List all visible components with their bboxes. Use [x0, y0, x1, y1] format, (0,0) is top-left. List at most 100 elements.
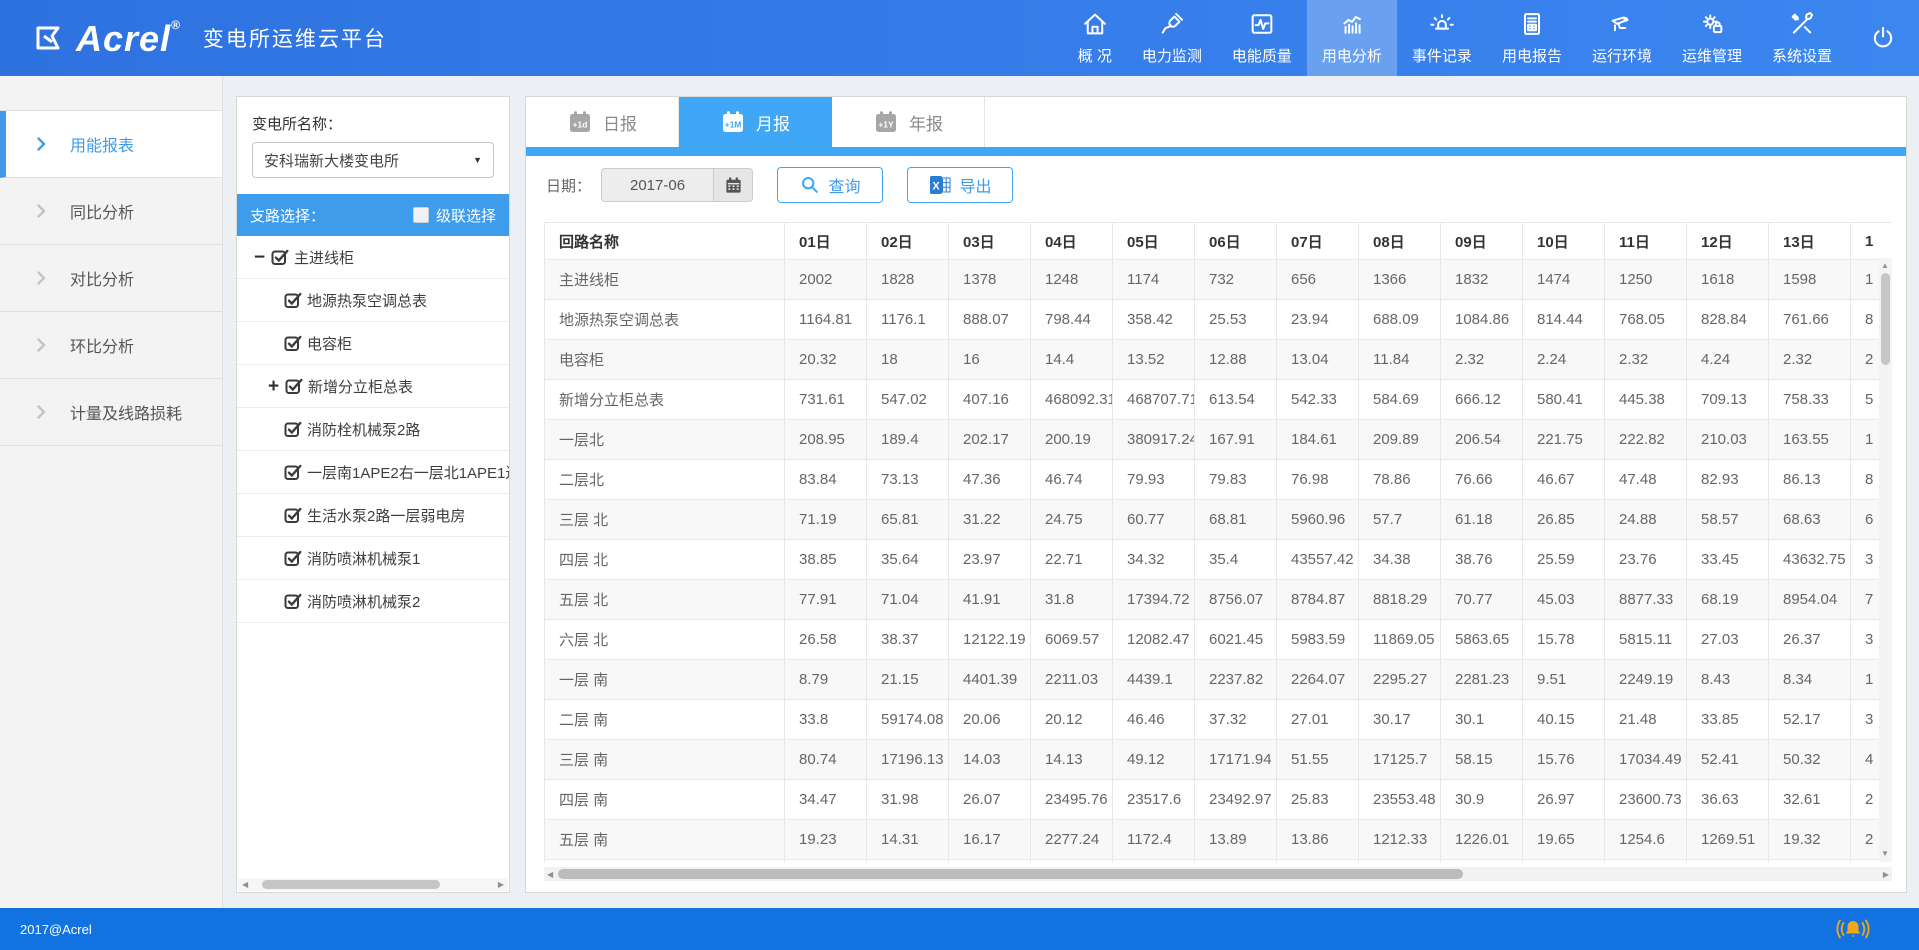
checked-checkbox-icon[interactable] — [284, 463, 302, 481]
h-scrollbar-thumb[interactable] — [558, 869, 1463, 879]
tree-item[interactable]: 消防喷淋机械泵1 — [237, 537, 509, 580]
tree-item-label: 消防喷淋机械泵2 — [307, 591, 420, 612]
svg-text:+1Y: +1Y — [878, 120, 894, 130]
checked-checkbox-icon[interactable] — [284, 549, 302, 567]
value-cell: 51.55 — [1277, 740, 1359, 780]
nav-item-energy-report[interactable]: 用电报告 — [1487, 0, 1577, 76]
table-row: 五层 北77.9171.0441.9131.817394.728756.0787… — [545, 580, 1893, 620]
value-cell: 202.17 — [949, 420, 1031, 460]
search-icon — [800, 175, 820, 195]
value-cell: 28669.85 — [1113, 860, 1195, 863]
tab-daily[interactable]: +1d日报 — [526, 97, 679, 147]
scroll-right-icon[interactable]: ▶ — [498, 879, 504, 891]
sidebar-item-metering-line-loss[interactable]: 计量及线路损耗 — [0, 379, 222, 446]
tree-item-label: 电容柜 — [307, 333, 352, 354]
value-cell: 30.17 — [1359, 700, 1441, 740]
tree-item-label: 一层南1APE2右一层北1APE1进 — [307, 462, 509, 483]
value-cell: 888.07 — [949, 300, 1031, 340]
circuit-name-cell: 六层 北 — [545, 620, 785, 660]
value-cell: 19.65 — [1523, 820, 1605, 860]
date-picker-button[interactable] — [713, 168, 753, 202]
checked-checkbox-icon[interactable] — [284, 592, 302, 610]
value-cell: 30.1 — [1441, 700, 1523, 740]
value-cell: 16 — [949, 340, 1031, 380]
sidebar-item-mom-analysis[interactable]: 环比分析 — [0, 312, 222, 379]
checked-checkbox-icon[interactable] — [285, 377, 303, 395]
scroll-up-icon[interactable]: ▲ — [1881, 260, 1889, 272]
value-cell: 1164.81 — [785, 300, 867, 340]
value-cell: 20.12 — [1031, 700, 1113, 740]
expand-plus-icon[interactable]: + — [268, 377, 285, 396]
chevron-right-icon — [37, 204, 46, 218]
nav-item-power-monitoring[interactable]: 电力监测 — [1127, 0, 1217, 76]
tree-scrollbar-thumb[interactable] — [262, 880, 440, 889]
sidebar-item-energy-report[interactable]: 用能报表 — [0, 111, 222, 178]
table-row: 三层 北71.1965.8131.2224.7560.7768.815960.9… — [545, 500, 1893, 540]
nav-item-energy-analysis[interactable]: 用电分析 — [1307, 0, 1397, 76]
value-cell: 45.03 — [1523, 580, 1605, 620]
scroll-left-icon[interactable]: ◀ — [547, 869, 553, 881]
tree-item[interactable]: 消防栓机械泵2路 — [237, 408, 509, 451]
scroll-left-icon[interactable]: ◀ — [242, 879, 248, 891]
nav-item-ops-management[interactable]: 运维管理 — [1667, 0, 1757, 76]
sidebar-item-yoy-analysis[interactable]: 同比分析 — [0, 178, 222, 245]
tree-item[interactable]: +新增分立柜总表 — [237, 365, 509, 408]
tree-item[interactable]: 电容柜 — [237, 322, 509, 365]
value-cell: 41.97 — [867, 860, 949, 863]
checked-checkbox-icon[interactable] — [271, 248, 289, 266]
tree-horizontal-scrollbar[interactable]: ◀ ▶ — [238, 878, 508, 891]
station-select[interactable]: 安科瑞新大楼变电所 ▼ — [252, 142, 494, 178]
table-row: 电容柜20.32181614.413.5212.8813.0411.842.32… — [545, 340, 1893, 380]
tab-yearly[interactable]: +1Y年报 — [832, 97, 985, 147]
scroll-right-icon[interactable]: ▶ — [1883, 869, 1889, 881]
nav-item-power-quality[interactable]: 电能质量 — [1217, 0, 1307, 76]
sidebar-item-contrast-analysis[interactable]: 对比分析 — [0, 245, 222, 312]
v-scrollbar-thumb[interactable] — [1881, 273, 1890, 365]
tree-item[interactable]: −主进线柜 — [237, 236, 509, 279]
circuit-name-cell: 一层 南 — [545, 660, 785, 700]
value-cell: 8756.07 — [1195, 580, 1277, 620]
nav-item-environment[interactable]: 运行环境 — [1577, 0, 1667, 76]
date-input[interactable]: 2017-06 — [601, 168, 713, 202]
value-cell: 4.24 — [1687, 340, 1769, 380]
nav-item-system-settings[interactable]: 系统设置 — [1757, 0, 1847, 76]
scroll-down-icon[interactable]: ▼ — [1881, 848, 1889, 860]
checked-checkbox-icon[interactable] — [284, 420, 302, 438]
tree-item[interactable]: 消防喷淋机械泵2 — [237, 580, 509, 623]
value-cell: 38.37 — [867, 620, 949, 660]
value-cell: 31.8 — [1031, 580, 1113, 620]
power-quality-icon — [1248, 10, 1276, 38]
branch-tree-panel: 变电所名称： 安科瑞新大楼变电所 ▼ 支路选择： 级联选择 −主进线柜地源热泵空… — [236, 96, 510, 893]
value-cell: 8954.04 — [1769, 580, 1851, 620]
tab-monthly[interactable]: +1M月报 — [679, 97, 832, 147]
collapse-minus-icon[interactable]: − — [254, 248, 271, 267]
value-cell: 4401.39 — [949, 660, 1031, 700]
logout-power-button[interactable] — [1847, 0, 1919, 76]
report-content-panel: +1d日报+1M月报+1Y年报 日期： 2017-06 查询 — [525, 96, 1907, 893]
tree-item[interactable]: 地源热泵空调总表 — [237, 279, 509, 322]
value-cell: 68.81 — [1195, 500, 1277, 540]
checked-checkbox-icon[interactable] — [284, 291, 302, 309]
chevron-down-icon: ▼ — [473, 155, 482, 165]
value-cell: 11869.05 — [1359, 620, 1441, 660]
notification-bell-button[interactable] — [1835, 915, 1871, 943]
nav-item-event-records[interactable]: 事件记录 — [1397, 0, 1487, 76]
nav-item-overview[interactable]: 概 况 — [1063, 0, 1127, 76]
checked-checkbox-icon[interactable] — [284, 334, 302, 352]
search-button[interactable]: 查询 — [777, 167, 883, 203]
table-vertical-scrollbar[interactable]: ▲ ▼ — [1879, 258, 1892, 862]
export-button[interactable]: X 导出 — [907, 167, 1013, 203]
value-cell: 83.84 — [785, 460, 867, 500]
tree-item[interactable]: 生活水泵2路一层弱电房 — [237, 494, 509, 537]
cascade-select[interactable]: 级联选择 — [413, 205, 496, 226]
value-cell: 13.04 — [1277, 340, 1359, 380]
checked-checkbox-icon[interactable] — [284, 506, 302, 524]
table-row: 四层 北38.8535.6423.9722.7134.3235.443557.4… — [545, 540, 1893, 580]
value-cell: 28553.38 — [949, 860, 1031, 863]
table-horizontal-scrollbar[interactable]: ◀ ▶ — [544, 867, 1892, 881]
value-cell: 28934.71 — [1687, 860, 1769, 863]
value-cell: 14.4 — [1031, 340, 1113, 380]
cascade-checkbox[interactable] — [413, 207, 429, 223]
value-cell: 61.18 — [1441, 500, 1523, 540]
tree-item[interactable]: 一层南1APE2右一层北1APE1进 — [237, 451, 509, 494]
